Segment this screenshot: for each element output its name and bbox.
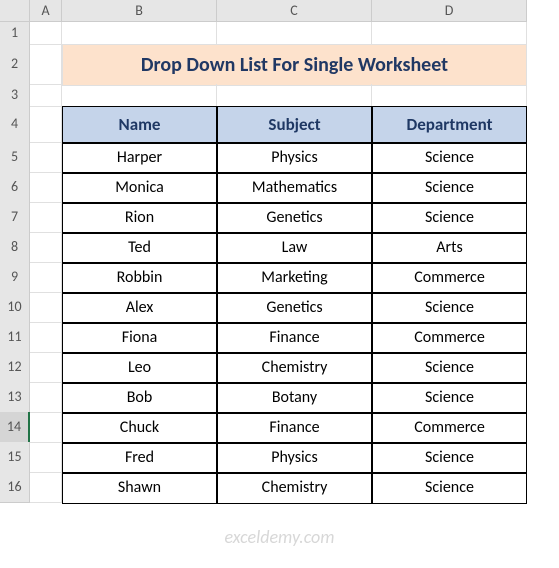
cell-empty[interactable]	[217, 84, 372, 107]
cell-empty[interactable]	[30, 382, 62, 413]
table-cell-department[interactable]: Commerce	[372, 322, 527, 354]
table-cell-department[interactable]: Science	[372, 352, 527, 384]
table-cell-subject[interactable]: Mathematics	[217, 172, 372, 204]
title-cell: Drop Down List For Single Worksheet	[62, 44, 527, 86]
row-header-7[interactable]: 7	[0, 202, 30, 233]
cell-empty[interactable]	[30, 232, 62, 263]
row-header-5[interactable]: 5	[0, 142, 30, 173]
col-header-B[interactable]: B	[62, 0, 217, 22]
table-cell-department[interactable]: Science	[372, 292, 527, 324]
row-header-10[interactable]: 10	[0, 292, 30, 323]
table-cell-subject[interactable]: Physics	[217, 142, 372, 174]
table-cell-name[interactable]: Fred	[62, 442, 217, 474]
row-header-4[interactable]: 4	[0, 106, 30, 143]
cell-empty[interactable]	[30, 322, 62, 353]
cell-empty[interactable]	[30, 22, 62, 45]
cell-empty[interactable]	[62, 84, 217, 107]
table-cell-subject[interactable]: Finance	[217, 412, 372, 444]
row-header-15[interactable]: 15	[0, 442, 30, 473]
table-header-name[interactable]: Name	[62, 106, 217, 144]
table-cell-department[interactable]: Commerce	[372, 262, 527, 294]
table-cell-subject[interactable]: Physics	[217, 442, 372, 474]
table-cell-department[interactable]: Science	[372, 202, 527, 234]
table-cell-subject[interactable]: Genetics	[217, 202, 372, 234]
table-cell-name[interactable]: Harper	[62, 142, 217, 174]
table-cell-subject[interactable]: Marketing	[217, 262, 372, 294]
col-header-D[interactable]: D	[372, 0, 527, 22]
cell-empty[interactable]	[30, 412, 62, 443]
cell-empty[interactable]	[62, 22, 217, 45]
table-cell-department[interactable]: Science	[372, 472, 527, 504]
cell-empty[interactable]	[30, 172, 62, 203]
cell-empty[interactable]	[30, 84, 62, 107]
cell-empty[interactable]	[30, 352, 62, 383]
table-cell-name[interactable]: Robbin	[62, 262, 217, 294]
table-cell-subject[interactable]: Chemistry	[217, 352, 372, 384]
cell-empty[interactable]	[30, 442, 62, 473]
col-header-A[interactable]: A	[30, 0, 62, 22]
row-header-2[interactable]: 2	[0, 44, 30, 85]
cell-empty[interactable]	[30, 44, 62, 85]
table-cell-subject[interactable]: Law	[217, 232, 372, 264]
row-header-16[interactable]: 16	[0, 472, 30, 503]
row-header-11[interactable]: 11	[0, 322, 30, 353]
table-cell-department[interactable]: Arts	[372, 232, 527, 264]
cell-empty[interactable]	[30, 262, 62, 293]
row-header-1[interactable]: 1	[0, 22, 30, 45]
row-header-14[interactable]: 14	[0, 412, 30, 443]
cell-empty[interactable]	[30, 292, 62, 323]
row-header-12[interactable]: 12	[0, 352, 30, 383]
row-header-6[interactable]: 6	[0, 172, 30, 203]
cell-empty[interactable]	[217, 22, 372, 45]
table-header-subject[interactable]: Subject	[217, 106, 372, 144]
table-cell-name[interactable]: Shawn	[62, 472, 217, 504]
table-cell-subject[interactable]: Genetics	[217, 292, 372, 324]
table-cell-department[interactable]: Science	[372, 172, 527, 204]
table-cell-subject[interactable]: Chemistry	[217, 472, 372, 504]
select-all-corner[interactable]	[0, 0, 30, 22]
table-cell-subject[interactable]: Finance	[217, 322, 372, 354]
row-header-3[interactable]: 3	[0, 84, 30, 107]
row-header-8[interactable]: 8	[0, 232, 30, 263]
row-header-13[interactable]: 13	[0, 382, 30, 413]
table-cell-department[interactable]: Science	[372, 142, 527, 174]
cell-empty[interactable]	[30, 472, 62, 503]
row-header-9[interactable]: 9	[0, 262, 30, 293]
cell-empty[interactable]	[372, 22, 527, 45]
cell-empty[interactable]	[372, 84, 527, 107]
table-cell-name[interactable]: Bob	[62, 382, 217, 414]
table-cell-subject[interactable]: Botany	[217, 382, 372, 414]
cell-empty[interactable]	[30, 202, 62, 233]
table-cell-name[interactable]: Fiona	[62, 322, 217, 354]
table-cell-name[interactable]: Rion	[62, 202, 217, 234]
table-cell-name[interactable]: Monica	[62, 172, 217, 204]
table-cell-name[interactable]: Leo	[62, 352, 217, 384]
table-header-department[interactable]: Department	[372, 106, 527, 144]
watermark: exceldemy.com	[224, 526, 334, 548]
table-cell-name[interactable]: Chuck	[62, 412, 217, 444]
cell-empty[interactable]	[30, 142, 62, 173]
table-cell-department[interactable]: Science	[372, 442, 527, 474]
cell-empty[interactable]	[30, 106, 62, 143]
col-header-C[interactable]: C	[217, 0, 372, 22]
table-cell-name[interactable]: Alex	[62, 292, 217, 324]
table-cell-name[interactable]: Ted	[62, 232, 217, 264]
table-cell-department[interactable]: Commerce	[372, 412, 527, 444]
table-cell-department[interactable]: Science	[372, 382, 527, 414]
